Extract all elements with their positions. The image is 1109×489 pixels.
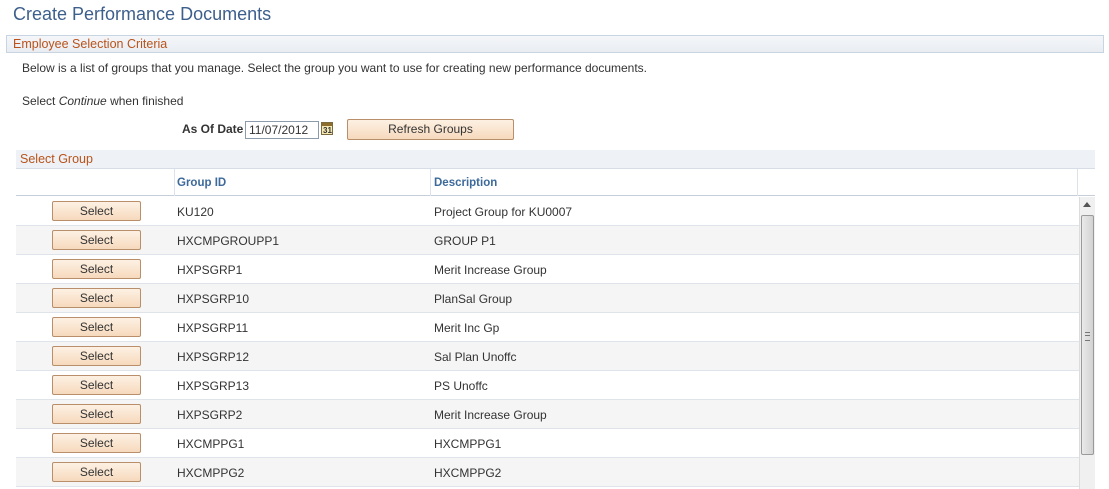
select-row-button[interactable]: Select <box>52 346 141 366</box>
group-id-cell: HXPSGRP2 <box>177 408 243 422</box>
grip-icon <box>1085 332 1090 341</box>
table-row: Select HXPSGRP2 Merit Increase Group <box>16 400 1079 429</box>
group-id-cell: HXCMPPG1 <box>177 437 245 451</box>
group-id-cell: HXCMPPG2 <box>177 466 245 480</box>
instruction-emphasis: Continue <box>58 94 107 108</box>
refresh-groups-button[interactable]: Refresh Groups <box>347 119 514 140</box>
table-row: Select HXCMPGROUPP1 GROUP P1 <box>16 226 1079 255</box>
group-id-cell: HXPSGRP11 <box>177 321 249 335</box>
select-row-button[interactable]: Select <box>52 259 141 279</box>
scroll-thumb[interactable] <box>1081 215 1094 455</box>
description-cell: Merit Increase Group <box>434 263 547 277</box>
vertical-scrollbar[interactable] <box>1079 197 1095 489</box>
table-row: Select HXPSGRP10 PlanSal Group <box>16 284 1079 313</box>
section-title: Employee Selection Criteria <box>13 37 168 51</box>
group-id-cell: HXPSGRP1 <box>177 263 243 277</box>
employee-selection-criteria-header: Employee Selection Criteria <box>6 35 1104 53</box>
table-row: Select HXCMPPG2 HXCMPPG2 <box>16 458 1079 487</box>
table-row: Select KU120 Project Group for KU0007 <box>16 197 1079 226</box>
intro-text: Below is a list of groups that you manag… <box>22 61 648 75</box>
calendar-icon[interactable]: 31 <box>321 122 333 135</box>
select-row-button[interactable]: Select <box>52 201 141 221</box>
instruction-suffix: when finished <box>106 94 184 108</box>
select-row-button[interactable]: Select <box>52 288 141 308</box>
table-row: Select HXPSGRP12 Sal Plan Unoffc <box>16 342 1079 371</box>
group-id-cell: HXPSGRP10 <box>177 292 250 306</box>
select-row-button[interactable]: Select <box>52 462 141 482</box>
description-cell: PS Unoffc <box>434 379 488 393</box>
select-row-button[interactable]: Select <box>52 317 141 337</box>
column-header-description[interactable]: Description <box>434 177 497 189</box>
select-row-button[interactable]: Select <box>52 433 141 453</box>
select-group-title-bar: Select Group <box>16 150 1095 168</box>
description-cell: GROUP P1 <box>434 234 496 248</box>
group-id-cell: KU120 <box>177 205 214 219</box>
grid-body: Select KU120 Project Group for KU0007 Se… <box>16 197 1079 489</box>
instruction-prefix: Select <box>22 94 59 108</box>
table-row: Select HXPSGRP11 Merit Inc Gp <box>16 313 1079 342</box>
description-cell: HXCMPPG1 <box>434 437 502 451</box>
table-row: Select HXPSGRP13 PS Unoffc <box>16 371 1079 400</box>
scroll-up-icon[interactable] <box>1083 202 1091 207</box>
group-id-cell: HXPSGRP13 <box>177 379 250 393</box>
description-cell: Sal Plan Unoffc <box>434 350 517 364</box>
select-row-button[interactable]: Select <box>52 230 141 250</box>
grid-header: Group ID Description <box>16 168 1095 196</box>
column-divider <box>174 169 175 196</box>
as-of-date-label: As Of Date <box>182 122 244 136</box>
select-row-button[interactable]: Select <box>52 375 141 395</box>
column-divider <box>1077 169 1078 196</box>
table-row: Select HXCMPPG1 HXCMPPG1 <box>16 429 1079 458</box>
select-row-button[interactable]: Select <box>52 404 141 424</box>
description-cell: HXCMPPG2 <box>434 466 502 480</box>
description-cell: Merit Increase Group <box>434 408 547 422</box>
column-header-group-id[interactable]: Group ID <box>177 177 226 189</box>
table-row: Select HXPSGRP1 Merit Increase Group <box>16 255 1079 284</box>
page-title: Create Performance Documents <box>13 4 272 24</box>
as-of-date-input[interactable] <box>245 121 319 139</box>
group-id-cell: HXPSGRP12 <box>177 350 250 364</box>
calendar-glyph: 31 <box>323 126 332 135</box>
instruction-text: Select Continue when finished <box>22 94 183 108</box>
description-cell: PlanSal Group <box>434 292 513 306</box>
group-id-cell: HXCMPGROUPP1 <box>177 234 280 248</box>
column-divider <box>430 169 431 196</box>
grid-title: Select Group <box>20 152 93 166</box>
description-cell: Merit Inc Gp <box>434 321 500 335</box>
description-cell: Project Group for KU0007 <box>434 205 573 219</box>
